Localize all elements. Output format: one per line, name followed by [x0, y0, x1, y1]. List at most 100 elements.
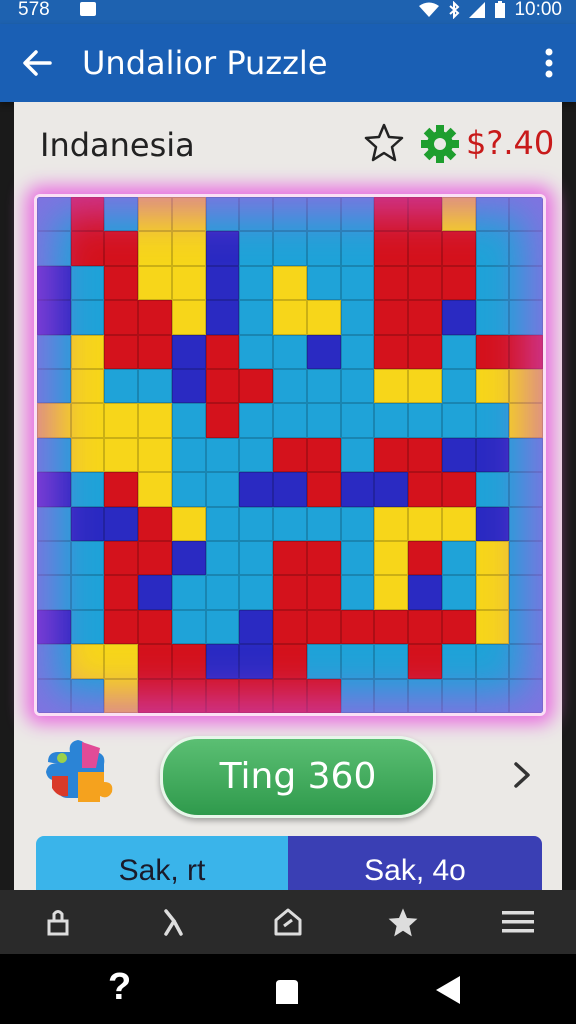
- board-cell[interactable]: [104, 644, 139, 679]
- board-cell[interactable]: [475, 265, 510, 301]
- nav-home[interactable]: [266, 900, 310, 944]
- board-cell[interactable]: [441, 575, 476, 610]
- board-cell[interactable]: [475, 609, 510, 645]
- nav-lock[interactable]: [36, 900, 80, 944]
- board-cell[interactable]: [509, 369, 543, 404]
- board-cell[interactable]: [408, 575, 442, 610]
- board-cell[interactable]: [205, 197, 240, 232]
- board-cell[interactable]: [306, 334, 341, 369]
- board-cell[interactable]: [171, 506, 206, 541]
- board-cell[interactable]: [509, 678, 543, 713]
- board-cell[interactable]: [340, 265, 375, 301]
- board-cell[interactable]: [273, 334, 307, 369]
- board-cell[interactable]: [408, 231, 442, 266]
- board-cell[interactable]: [408, 403, 442, 438]
- board-cell[interactable]: [37, 300, 71, 335]
- board-cell[interactable]: [239, 403, 274, 438]
- board-cell[interactable]: [441, 334, 476, 369]
- board-cell[interactable]: [475, 644, 510, 679]
- board-cell[interactable]: [37, 369, 71, 404]
- board-cell[interactable]: [37, 437, 71, 473]
- nav-star[interactable]: [381, 900, 425, 944]
- board-cell[interactable]: [306, 575, 341, 610]
- board-cell[interactable]: [239, 437, 274, 473]
- board-cell[interactable]: [171, 609, 206, 645]
- board-cell[interactable]: [408, 300, 442, 335]
- board-cell[interactable]: [408, 506, 442, 541]
- board-cell[interactable]: [475, 541, 510, 576]
- board-cell[interactable]: [273, 265, 307, 301]
- board-cell[interactable]: [138, 541, 172, 576]
- board-grid[interactable]: [37, 197, 543, 713]
- board-cell[interactable]: [37, 403, 71, 438]
- board-cell[interactable]: [171, 644, 206, 679]
- board-cell[interactable]: [239, 575, 274, 610]
- system-help-button[interactable]: ?: [108, 966, 131, 1009]
- board-cell[interactable]: [70, 265, 105, 301]
- board-cell[interactable]: [104, 437, 139, 473]
- board-cell[interactable]: [273, 231, 307, 266]
- board-cell[interactable]: [475, 334, 510, 369]
- board-cell[interactable]: [509, 231, 543, 266]
- board-cell[interactable]: [441, 472, 476, 507]
- board-cell[interactable]: [441, 644, 476, 679]
- board-cell[interactable]: [70, 231, 105, 266]
- nav-menu[interactable]: [496, 900, 540, 944]
- board-cell[interactable]: [138, 437, 172, 473]
- board-cell[interactable]: [205, 231, 240, 266]
- board-cell[interactable]: [70, 334, 105, 369]
- board-cell[interactable]: [239, 609, 274, 645]
- board-cell[interactable]: [70, 403, 105, 438]
- segment-right-tab[interactable]: Sak, 4o: [288, 836, 542, 890]
- board-cell[interactable]: [37, 678, 71, 713]
- back-arrow-icon[interactable]: [20, 46, 54, 80]
- board-cell[interactable]: [171, 437, 206, 473]
- board-cell[interactable]: [239, 644, 274, 679]
- board-cell[interactable]: [374, 265, 409, 301]
- board-cell[interactable]: [374, 678, 409, 713]
- board-cell[interactable]: [273, 437, 307, 473]
- board-cell[interactable]: [239, 506, 274, 541]
- board-cell[interactable]: [171, 472, 206, 507]
- system-home-icon[interactable]: [272, 978, 302, 1008]
- board-cell[interactable]: [104, 506, 139, 541]
- board-cell[interactable]: [509, 437, 543, 473]
- board-cell[interactable]: [374, 472, 409, 507]
- more-options-icon[interactable]: [542, 46, 556, 80]
- board-cell[interactable]: [104, 575, 139, 610]
- board-cell[interactable]: [273, 506, 307, 541]
- board-cell[interactable]: [171, 575, 206, 610]
- board-cell[interactable]: [70, 369, 105, 404]
- board-cell[interactable]: [37, 334, 71, 369]
- board-cell[interactable]: [138, 644, 172, 679]
- board-cell[interactable]: [306, 472, 341, 507]
- board-cell[interactable]: [509, 472, 543, 507]
- board-cell[interactable]: [138, 231, 172, 266]
- board-cell[interactable]: [340, 575, 375, 610]
- board-cell[interactable]: [239, 678, 274, 713]
- board-cell[interactable]: [475, 678, 510, 713]
- board-cell[interactable]: [374, 300, 409, 335]
- board-cell[interactable]: [104, 334, 139, 369]
- board-cell[interactable]: [205, 472, 240, 507]
- board-cell[interactable]: [340, 197, 375, 232]
- board-cell[interactable]: [205, 575, 240, 610]
- board-cell[interactable]: [239, 472, 274, 507]
- board-cell[interactable]: [205, 644, 240, 679]
- board-cell[interactable]: [70, 644, 105, 679]
- board-cell[interactable]: [205, 334, 240, 369]
- board-cell[interactable]: [306, 506, 341, 541]
- board-cell[interactable]: [138, 334, 172, 369]
- board-cell[interactable]: [171, 197, 206, 232]
- board-cell[interactable]: [306, 609, 341, 645]
- board-cell[interactable]: [509, 644, 543, 679]
- board-cell[interactable]: [340, 231, 375, 266]
- board-cell[interactable]: [475, 575, 510, 610]
- board-cell[interactable]: [441, 541, 476, 576]
- board-cell[interactable]: [509, 506, 543, 541]
- board-cell[interactable]: [408, 678, 442, 713]
- board-cell[interactable]: [205, 403, 240, 438]
- board-cell[interactable]: [104, 609, 139, 645]
- board-cell[interactable]: [138, 403, 172, 438]
- board-cell[interactable]: [205, 265, 240, 301]
